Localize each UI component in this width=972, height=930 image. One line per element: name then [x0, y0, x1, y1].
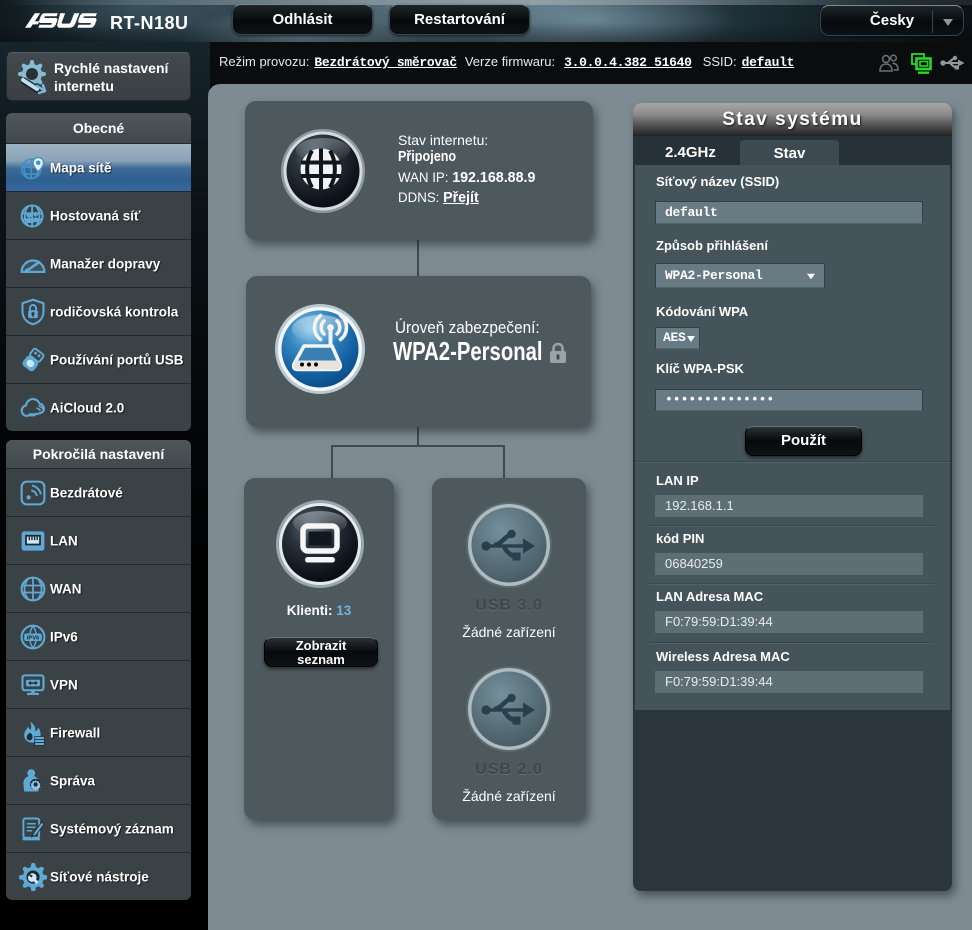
svg-text:IPV6: IPV6 — [27, 635, 39, 641]
